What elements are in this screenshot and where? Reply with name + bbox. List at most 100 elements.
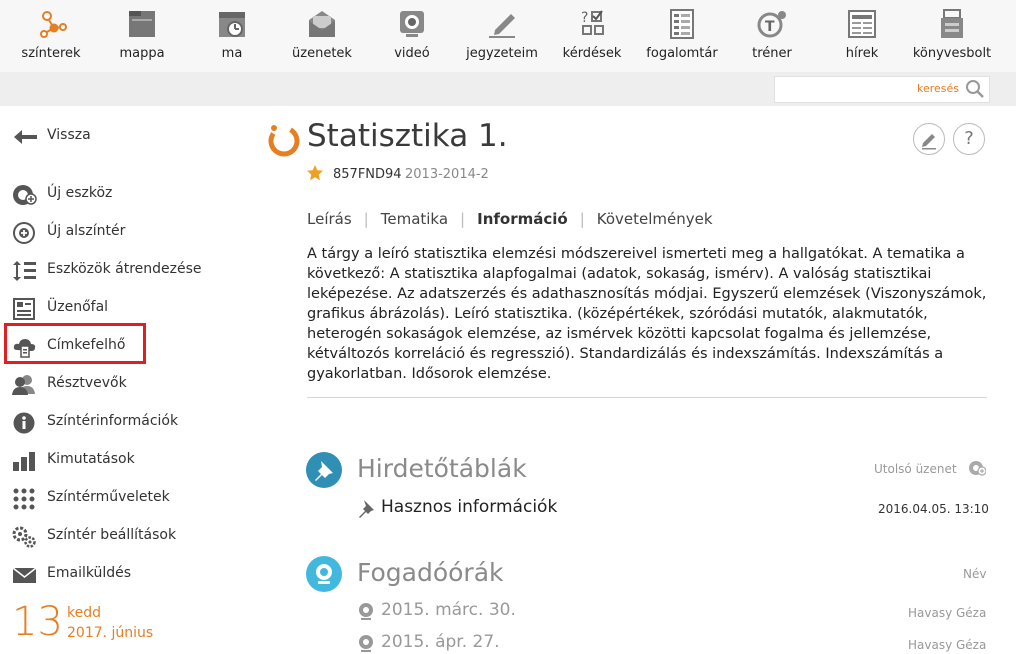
board-item-title[interactable]: Hasznos információk — [381, 497, 557, 517]
toolbar-item-uzenetek[interactable]: üzenetek — [277, 0, 367, 72]
webcam-icon — [359, 603, 373, 620]
course-term: 2013-2014-2 — [405, 167, 489, 182]
toolbar-item-mappa[interactable]: mappa — [97, 0, 187, 72]
back-label: Vissza — [47, 127, 91, 143]
toolbar-label: tréner — [752, 46, 792, 61]
message-board-icon — [13, 298, 35, 320]
board-section-icon — [306, 452, 342, 488]
sidebar-item-label: Résztvevők — [47, 375, 127, 391]
toolbar-item-fogalomtar[interactable]: fogalomtár — [637, 0, 727, 72]
course-description: A tárgy a leíró statisztika elemzési mód… — [307, 246, 987, 382]
sidebar-item-label: Színtér beállítások — [47, 527, 177, 543]
office-hour-date[interactable]: 2015. márc. 30. — [381, 600, 516, 620]
add-tool-icon — [13, 185, 37, 205]
sidebar-item-label: Színtérműveletek — [47, 489, 170, 505]
svg-text:?: ? — [581, 10, 588, 26]
sidebar-item-atrendezes[interactable]: Eszközök átrendezése — [12, 258, 242, 284]
toolbar-item-hirek[interactable]: hírek — [817, 0, 907, 72]
toolbar-label: videó — [394, 46, 430, 61]
pin-icon — [315, 461, 333, 481]
help-button[interactable]: ? — [953, 123, 985, 155]
sidebar-item-szintermuveletek[interactable]: Színtérműveletek — [12, 486, 242, 512]
sidebar-item-label: Eszközök átrendezése — [47, 261, 202, 277]
newspaper-icon — [848, 10, 876, 38]
network-icon — [40, 11, 67, 38]
webcam-icon — [316, 564, 332, 584]
course-code: 857FND94 — [333, 167, 402, 182]
star-icon[interactable] — [306, 164, 324, 182]
tab-leiras[interactable]: Leírás — [307, 210, 352, 228]
search-input[interactable]: keresés — [774, 76, 990, 103]
sidebar-item-kimutatasok[interactable]: Kimutatások — [12, 448, 242, 474]
toolbar-label: ma — [221, 46, 243, 61]
office-hours-section-title[interactable]: Fogadóórák — [357, 558, 504, 587]
page-title: Statisztika 1. — [307, 118, 508, 154]
checklist-icon: ? — [581, 10, 604, 35]
sidebar-item-emailkuldes[interactable]: Emailküldés — [12, 562, 242, 588]
sidebar-item-label: Új alszíntér — [47, 223, 126, 239]
course-tabs: Leírás | Tematika | Információ | Követelmények — [307, 210, 713, 228]
sidebar-item-label: Új eszköz — [47, 185, 113, 201]
toolbar-item-video[interactable]: videó — [367, 0, 457, 72]
top-toolbar: színterek mappa ma üzenetek videó jegyze… — [0, 0, 1016, 72]
toolbar-item-kerdesek[interactable]: ? kérdések — [547, 0, 637, 72]
add-board-icon[interactable] — [968, 459, 986, 477]
back-link[interactable]: Vissza — [12, 124, 242, 150]
svg-text:T: T — [765, 19, 775, 35]
office-hour-name: Havasy Géza — [908, 606, 987, 620]
webcam-icon — [400, 11, 424, 37]
tab-tematika[interactable]: Tematika — [381, 210, 448, 228]
reorder-icon — [13, 261, 36, 281]
participants-icon — [12, 375, 35, 395]
date-month-year: 2017. június — [67, 625, 154, 641]
board-section-title[interactable]: Hirdetőtáblák — [357, 454, 527, 483]
toolbar-label: fogalomtár — [646, 46, 718, 61]
toolbar-label: jegyzeteim — [466, 46, 538, 61]
folder-icon — [129, 11, 155, 37]
toolbar-item-trener[interactable]: T tréner — [727, 0, 817, 72]
toolbar-label: mappa — [119, 46, 165, 61]
toolbar-item-konyvesbolt[interactable]: könyvesbolt — [907, 0, 997, 72]
question-icon: ? — [964, 128, 974, 149]
date-weekday: kedd — [67, 605, 101, 621]
edit-button[interactable] — [913, 123, 945, 155]
toolbar-label: színterek — [21, 46, 81, 61]
trainer-icon: T — [757, 11, 786, 38]
tab-kovetelmenyek[interactable]: Követelmények — [597, 210, 713, 228]
toolbar-item-szinterek[interactable]: színterek — [6, 0, 96, 72]
office-hour-date[interactable]: 2015. ápr. 27. — [381, 632, 500, 652]
sidebar-item-uj-alszinter[interactable]: Új alszíntér — [12, 220, 242, 246]
sidebar-item-szinterinformaciok[interactable]: Színtérinformációk — [12, 410, 242, 436]
toolbar-label: kérdések — [562, 46, 622, 61]
toolbar-item-ma[interactable]: ma — [187, 0, 277, 72]
toolbar-item-jegyzeteim[interactable]: jegyzeteim — [457, 0, 547, 72]
envelope-icon — [309, 11, 335, 37]
search-icon[interactable] — [965, 79, 985, 99]
office-hours-section-icon — [306, 556, 342, 592]
date-day: 13 — [12, 599, 63, 645]
office-hour-name: Havasy Géza — [908, 638, 987, 652]
bookstore-icon — [941, 9, 963, 38]
info-icon — [13, 412, 35, 434]
sidebar-item-label: Üzenőfal — [47, 299, 109, 315]
name-column-label: Név — [963, 567, 987, 581]
tab-separator: | — [460, 210, 466, 228]
sidebar-item-label: Kimutatások — [47, 451, 135, 467]
sidebar-item-szinter-beallitasok[interactable]: Színtér beállítások — [12, 524, 242, 550]
last-message-label: Utolsó üzenet — [874, 462, 957, 476]
sidebar-item-resztvevok[interactable]: Résztvevők — [12, 372, 242, 398]
toolbar-label: hírek — [845, 46, 879, 61]
course-logo-icon — [268, 125, 300, 157]
glossary-icon — [670, 9, 694, 39]
pencil-icon — [922, 134, 936, 150]
tab-informacio[interactable]: Információ — [477, 210, 568, 228]
sidebar-item-uj-eszkoz[interactable]: Új eszköz — [12, 182, 242, 208]
webcam-icon — [359, 635, 373, 652]
sidebar-item-uzenofal[interactable]: Üzenőfal — [12, 296, 242, 322]
gears-icon — [12, 526, 36, 548]
add-circle-icon — [13, 222, 35, 244]
arrow-left-icon — [14, 130, 37, 144]
pin-icon — [359, 500, 374, 518]
search-placeholder: keresés — [916, 82, 959, 95]
bar-chart-icon — [13, 452, 35, 471]
